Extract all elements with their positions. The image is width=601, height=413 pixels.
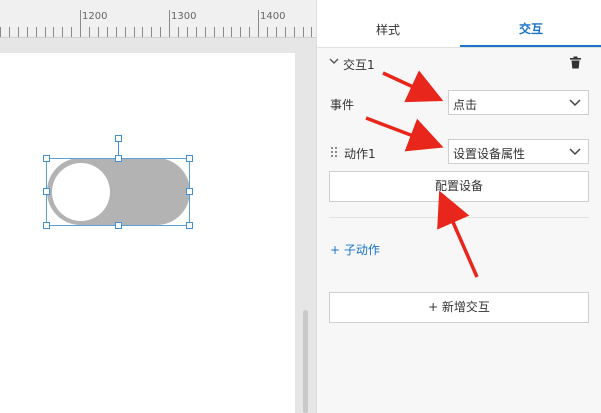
drag-grip-icon[interactable] — [330, 146, 338, 161]
resize-handle-top-right[interactable] — [186, 155, 193, 162]
action-select[interactable]: 设置设备属性 — [448, 139, 589, 164]
trash-icon[interactable] — [569, 56, 582, 69]
interaction-title: 交互1 — [343, 58, 375, 72]
selection-box[interactable] — [46, 158, 190, 226]
event-label: 事件 — [330, 98, 355, 112]
ruler-label-1200: 1200 — [82, 11, 108, 22]
resize-handle-top-left[interactable] — [43, 155, 50, 162]
select-chevron-icon — [568, 95, 582, 112]
select-chevron-icon — [568, 144, 582, 161]
ruler-label-1300: 1300 — [171, 11, 197, 22]
rotation-handle[interactable] — [115, 135, 122, 142]
interaction-header[interactable]: 交互1 — [317, 48, 601, 78]
add-sub-action-link[interactable]: + 子动作 — [330, 241, 380, 258]
resize-handle-bottom-left[interactable] — [43, 222, 50, 229]
panel-tabs: 样式 交互 — [317, 0, 601, 48]
resize-handle-left[interactable] — [43, 188, 50, 195]
horizontal-ruler: 1200 1300 1400 — [0, 0, 316, 38]
resize-handle-bottom[interactable] — [115, 222, 122, 229]
event-select[interactable]: 点击 — [448, 90, 589, 115]
ruler-label-1400: 1400 — [260, 11, 286, 22]
artboard[interactable] — [0, 53, 295, 413]
properties-panel: 样式 交互 交互1 事件 点击 动作1 设置设备属性 配置设备 + 子动作 + … — [316, 0, 601, 413]
action-select-value: 设置设备属性 — [453, 147, 526, 161]
tab-interaction[interactable]: 交互 — [460, 0, 601, 47]
vertical-scrollbar[interactable] — [303, 310, 308, 413]
configure-device-button[interactable]: 配置设备 — [329, 171, 589, 202]
chevron-down-icon[interactable] — [329, 56, 339, 69]
divider — [329, 217, 589, 218]
canvas-area: 1200 1300 1400 — [0, 0, 316, 413]
tab-style[interactable]: 样式 — [317, 0, 459, 47]
resize-handle-bottom-right[interactable] — [186, 222, 193, 229]
resize-handle-right[interactable] — [186, 188, 193, 195]
add-interaction-button[interactable]: + 新增交互 — [329, 292, 589, 323]
action-label: 动作1 — [344, 147, 376, 161]
resize-handle-top[interactable] — [115, 155, 122, 162]
event-select-value: 点击 — [453, 98, 478, 112]
